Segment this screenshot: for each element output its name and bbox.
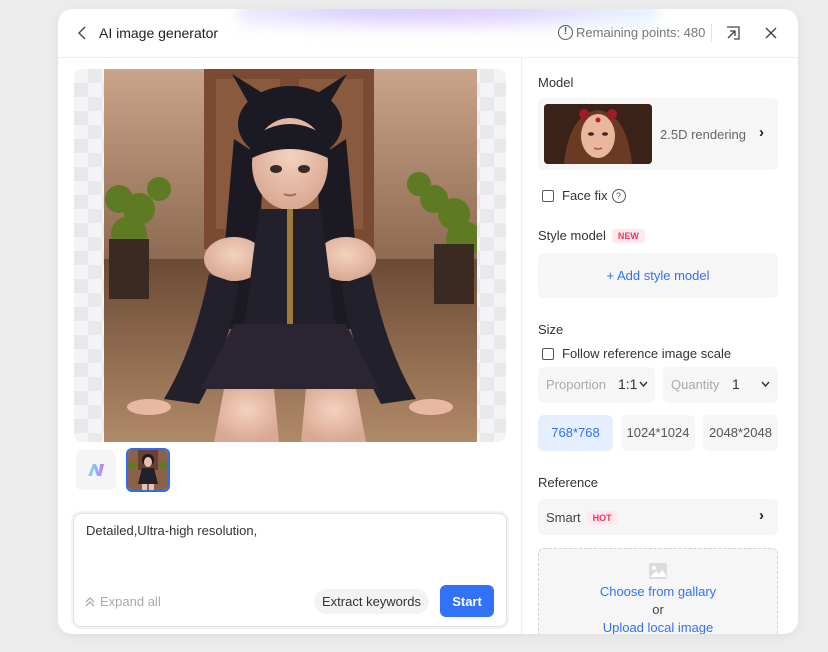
expand-all-label: Expand all <box>100 594 161 609</box>
chevron-down-icon <box>639 381 648 388</box>
help-icon[interactable]: ? <box>611 188 626 203</box>
proportion-label: Proportion <box>546 377 606 392</box>
prompt-box: Expand all Extract keywords Start <box>73 513 507 627</box>
choose-from-gallery-link[interactable]: Choose from gallary <box>539 584 777 599</box>
quantity-value: 1 <box>732 376 740 392</box>
new-badge: NEW <box>611 229 645 243</box>
generated-image <box>104 69 477 442</box>
add-style-model-button[interactable]: + Add style model <box>538 253 778 298</box>
dialog-title: AI image generator <box>99 25 219 41</box>
size-option-768[interactable]: 768*768 <box>538 415 613 451</box>
generated-image-preview <box>74 69 506 442</box>
proportion-select[interactable]: Proportion 1:1 <box>538 367 655 403</box>
follow-reference-label: Follow reference image scale <box>562 346 732 361</box>
model-preview-image <box>544 104 652 164</box>
style-model-label: Style model <box>538 228 606 243</box>
face-fix-label: Face fix <box>562 188 608 203</box>
remaining-points: ! Remaining points: 480 <box>558 25 705 40</box>
extract-keywords-button[interactable]: Extract keywords <box>314 589 429 614</box>
chevron-down-icon <box>761 381 770 388</box>
dialog-header: AI image generator ! Remaining points: 4… <box>58 9 798 58</box>
size-section-label: Size <box>538 322 564 337</box>
or-label: or <box>652 602 664 617</box>
thumbnail-image <box>128 450 168 490</box>
chevron-left-icon[interactable] <box>74 23 92 43</box>
thumbnail-strip <box>76 448 170 492</box>
start-button[interactable]: Start <box>440 585 494 617</box>
proportion-value: 1:1 <box>618 376 638 392</box>
size-option-2048[interactable]: 2048*2048 <box>703 415 778 451</box>
quantity-label: Quantity <box>671 377 720 392</box>
chevron-right-icon: › <box>759 507 764 524</box>
pin-window-icon[interactable] <box>725 25 741 41</box>
model-selector[interactable]: 2.5D rendering › <box>538 98 778 170</box>
generated-image-illustration <box>104 69 477 442</box>
double-chevron-up-icon <box>85 596 95 606</box>
model-section-label: Model <box>538 75 574 90</box>
reference-upload-area: Choose from gallary or Upload local imag… <box>538 548 778 634</box>
expand-all-button[interactable]: Expand all <box>85 594 161 609</box>
follow-reference-row: Follow reference image scale <box>542 346 731 361</box>
remaining-points-label: Remaining points: 480 <box>576 25 706 40</box>
model-portrait <box>544 104 652 164</box>
face-fix-row: Face fix ? <box>542 188 626 203</box>
settings-panel: Model 2.5D rendering › Face fix ? Style <box>522 58 798 634</box>
reference-mode: Smart HOT <box>546 510 618 525</box>
model-name: 2.5D rendering <box>660 127 746 142</box>
follow-reference-checkbox[interactable] <box>542 347 554 360</box>
image-placeholder-icon <box>649 563 667 579</box>
upload-local-image-link[interactable]: Upload local image <box>539 620 777 634</box>
size-option-1024[interactable]: 1024*1024 <box>621 415 695 451</box>
chevron-right-icon: › <box>759 124 764 141</box>
header-divider <box>711 24 712 42</box>
preview-panel: Expand all Extract keywords Start <box>58 58 521 634</box>
reference-mode-selector[interactable]: Smart HOT › <box>538 499 778 535</box>
thumbnail-logo[interactable] <box>76 450 116 490</box>
reference-mode-label: Smart <box>546 510 581 525</box>
close-icon[interactable] <box>763 25 779 41</box>
quantity-select[interactable]: Quantity 1 <box>663 367 778 403</box>
hot-badge: HOT <box>586 511 618 525</box>
reference-section-label: Reference <box>538 475 598 490</box>
info-icon: ! <box>558 25 573 40</box>
face-fix-checkbox[interactable] <box>542 189 554 202</box>
prompt-input[interactable] <box>86 523 496 573</box>
ai-image-generator-dialog: AI image generator ! Remaining points: 4… <box>58 9 798 634</box>
app-logo-icon <box>88 464 104 476</box>
thumbnail-generated-image-selected[interactable] <box>126 448 170 492</box>
style-model-header: Style model NEW <box>538 228 645 243</box>
